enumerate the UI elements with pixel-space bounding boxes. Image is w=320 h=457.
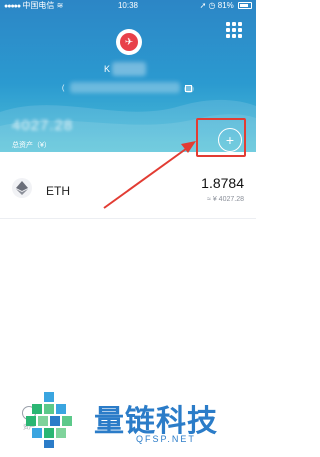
- battery-label: 81%: [217, 1, 234, 10]
- total-balance: 4027.28: [12, 117, 74, 134]
- status-bar: ●●●●● 中国电信 ≋ 10:38 ➚ ◷ 81%: [0, 0, 256, 12]
- eth-icon: [12, 178, 32, 198]
- address-decoration: [184, 85, 194, 93]
- alarm-icon: ◷: [208, 1, 216, 10]
- token-row-eth[interactable]: ETH 1.8784 ≈ ¥ 4027.28: [0, 170, 256, 214]
- wallet-avatar-icon: ✈: [120, 33, 138, 51]
- token-fiat-value: ≈ ¥ 4027.28: [207, 196, 244, 203]
- watermark: 量链科技 QFSP.NET: [22, 382, 256, 452]
- watermark-subtitle: QFSP.NET: [136, 434, 196, 444]
- wallet-name: K: [104, 64, 111, 74]
- battery-icon: [238, 2, 252, 10]
- highlight-box: [196, 118, 246, 157]
- total-assets-label: 总资产（¥）: [12, 142, 51, 149]
- location-icon: ➚: [199, 1, 207, 10]
- wallet-address-text: (: [62, 84, 65, 92]
- token-divider: [0, 218, 256, 219]
- menu-grid-icon[interactable]: [226, 22, 242, 38]
- status-right: ➚ ◷ 81%: [200, 0, 252, 12]
- wallet-avatar[interactable]: ✈: [116, 29, 142, 55]
- token-symbol: ETH: [46, 184, 70, 198]
- token-amount: 1.8784: [201, 175, 244, 191]
- watermark-logo-icon: [26, 392, 72, 448]
- wallet-address[interactable]: (: [62, 82, 192, 94]
